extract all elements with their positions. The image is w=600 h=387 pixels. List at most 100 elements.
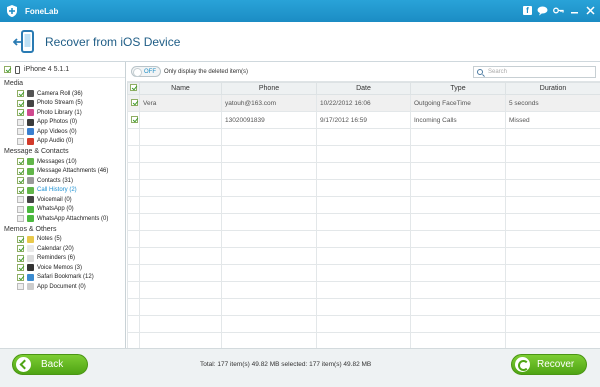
sidebar-item-checkbox[interactable]	[17, 167, 24, 175]
sidebar-item[interactable]: Photo Stream (5)	[0, 99, 125, 109]
filter-label: Only display the deleted item(s)	[164, 68, 249, 75]
table-row[interactable]: 13020091839 9/17/2012 16:59 Incoming Calls…	[127, 111, 600, 129]
table-cell-type: Incoming Calls	[410, 111, 506, 129]
recover-button[interactable]: Recover	[511, 354, 587, 375]
sidebar-item-checkbox[interactable]	[17, 137, 24, 145]
sidebar-item-label: Photo Stream (5)	[37, 100, 83, 107]
column-header-select[interactable]	[127, 82, 140, 95]
empty-cell	[221, 264, 317, 282]
device-label: iPhone 4 5.1.1	[24, 66, 70, 73]
sidebar-item-checkbox[interactable]	[17, 177, 24, 185]
empty-cell	[410, 264, 506, 282]
row-checkbox[interactable]	[131, 98, 138, 106]
search-input[interactable]: Search	[473, 66, 596, 78]
sidebar-item-checkbox[interactable]	[17, 196, 24, 204]
footer-bar: Back Total: 177 item(s) 49.82 MB selecte…	[0, 348, 600, 387]
empty-cell	[221, 332, 317, 350]
page-title: Recover from iOS Device	[45, 34, 181, 49]
device-item[interactable]: iPhone 4 5.1.1	[0, 62, 125, 78]
empty-cell	[505, 162, 600, 180]
column-header[interactable]: Name	[139, 82, 222, 95]
key-icon[interactable]	[553, 5, 564, 16]
sidebar-item[interactable]: Contacts (31)	[0, 176, 125, 186]
sidebar-item[interactable]: Photo Library (1)	[0, 108, 125, 118]
sidebar-item[interactable]: Call History (2)	[0, 186, 125, 196]
empty-cell	[505, 264, 600, 282]
sidebar-item[interactable]: Voicemail (0)	[0, 195, 125, 205]
deleted-only-toggle[interactable]: OFF	[131, 66, 161, 77]
sidebar-item[interactable]: Camera Roll (36)	[0, 89, 125, 99]
sidebar-item-checkbox[interactable]	[17, 245, 24, 253]
row-checkbox[interactable]	[131, 115, 138, 123]
sidebar-item-label: WhatsApp Attachments (0)	[37, 215, 109, 222]
sidebar-item[interactable]: App Videos (0)	[0, 127, 125, 137]
sidebar-item[interactable]: Messages (10)	[0, 157, 125, 167]
sidebar-item[interactable]: Reminders (6)	[0, 254, 125, 264]
column-header[interactable]: Duration	[505, 82, 600, 95]
category-icon	[27, 205, 34, 213]
iphone-icon	[15, 65, 20, 74]
sidebar-item-label: Voicemail (0)	[37, 196, 72, 203]
table-cell-name	[139, 111, 222, 129]
sidebar-item-checkbox[interactable]	[17, 235, 24, 243]
sidebar-item-checkbox[interactable]	[17, 254, 24, 262]
sidebar-item-checkbox[interactable]	[17, 264, 24, 272]
column-header[interactable]: Type	[410, 82, 506, 95]
column-header[interactable]: Phone	[221, 82, 317, 95]
sidebar-item[interactable]: WhatsApp (0)	[0, 205, 125, 215]
close-icon[interactable]	[585, 5, 596, 16]
sidebar-item[interactable]: Calendar (20)	[0, 244, 125, 254]
select-all-checkbox[interactable]	[130, 84, 137, 91]
table-cell-name: Vera	[139, 94, 222, 112]
sidebar-item-checkbox[interactable]	[17, 90, 24, 98]
sidebar-item[interactable]: App Audio (0)	[0, 137, 125, 147]
sidebar-item-checkbox[interactable]	[17, 283, 24, 291]
empty-cell	[139, 298, 222, 316]
sidebar-item-checkbox[interactable]	[17, 205, 24, 213]
sidebar-item[interactable]: Safari Bookmark (12)	[0, 273, 125, 283]
chat-icon[interactable]	[537, 5, 548, 16]
empty-cell	[505, 298, 600, 316]
sidebar-item[interactable]: Notes (5)	[0, 235, 125, 245]
sidebar-item[interactable]: Message Attachments (46)	[0, 167, 125, 177]
empty-cell	[316, 196, 411, 214]
table-row[interactable]: Vera yatouh@163.com 10/22/2012 16:06 Outgoi…	[127, 94, 600, 112]
table-cell-phone: 13020091839	[221, 111, 317, 129]
facebook-icon[interactable]: f	[523, 6, 532, 15]
sidebar: iPhone 4 5.1.1 Media Camera Roll (36) Phot…	[0, 62, 126, 348]
sidebar-item-checkbox[interactable]	[17, 273, 24, 281]
sidebar-section-title: Memos & Others	[4, 225, 57, 233]
sidebar-item[interactable]: WhatsApp Attachments (0)	[0, 214, 125, 224]
sidebar-item-checkbox[interactable]	[17, 109, 24, 117]
sidebar-item-checkbox[interactable]	[17, 128, 24, 136]
empty-cell	[139, 315, 222, 333]
empty-cell	[505, 315, 600, 333]
empty-cell	[505, 128, 600, 146]
sidebar-item-checkbox[interactable]	[17, 186, 24, 194]
empty-row	[127, 281, 600, 299]
back-button[interactable]: Back	[12, 354, 88, 375]
row-checkbox-cell[interactable]	[127, 94, 140, 112]
empty-cell	[139, 196, 222, 214]
category-icon	[27, 283, 34, 291]
column-header[interactable]: Date	[316, 82, 411, 95]
empty-cell	[505, 332, 600, 350]
empty-cell	[316, 315, 411, 333]
minimize-icon[interactable]	[569, 5, 580, 16]
empty-cell	[221, 179, 317, 197]
device-checkbox[interactable]	[4, 66, 11, 73]
sidebar-item-checkbox[interactable]	[17, 118, 24, 126]
recover-label: Recover	[537, 359, 575, 370]
sidebar-item[interactable]: Voice Memos (3)	[0, 263, 125, 273]
sidebar-item-checkbox[interactable]	[17, 158, 24, 166]
empty-cell	[316, 128, 411, 146]
empty-cell	[139, 128, 222, 146]
empty-cell	[410, 162, 506, 180]
sidebar-item-label: App Videos (0)	[37, 128, 77, 135]
sidebar-item-checkbox[interactable]	[17, 215, 24, 223]
empty-cell	[505, 247, 600, 265]
row-checkbox-cell[interactable]	[127, 111, 140, 129]
sidebar-item[interactable]: App Photos (0)	[0, 118, 125, 128]
sidebar-item-checkbox[interactable]	[17, 99, 24, 107]
sidebar-item[interactable]: App Document (0)	[0, 282, 125, 292]
